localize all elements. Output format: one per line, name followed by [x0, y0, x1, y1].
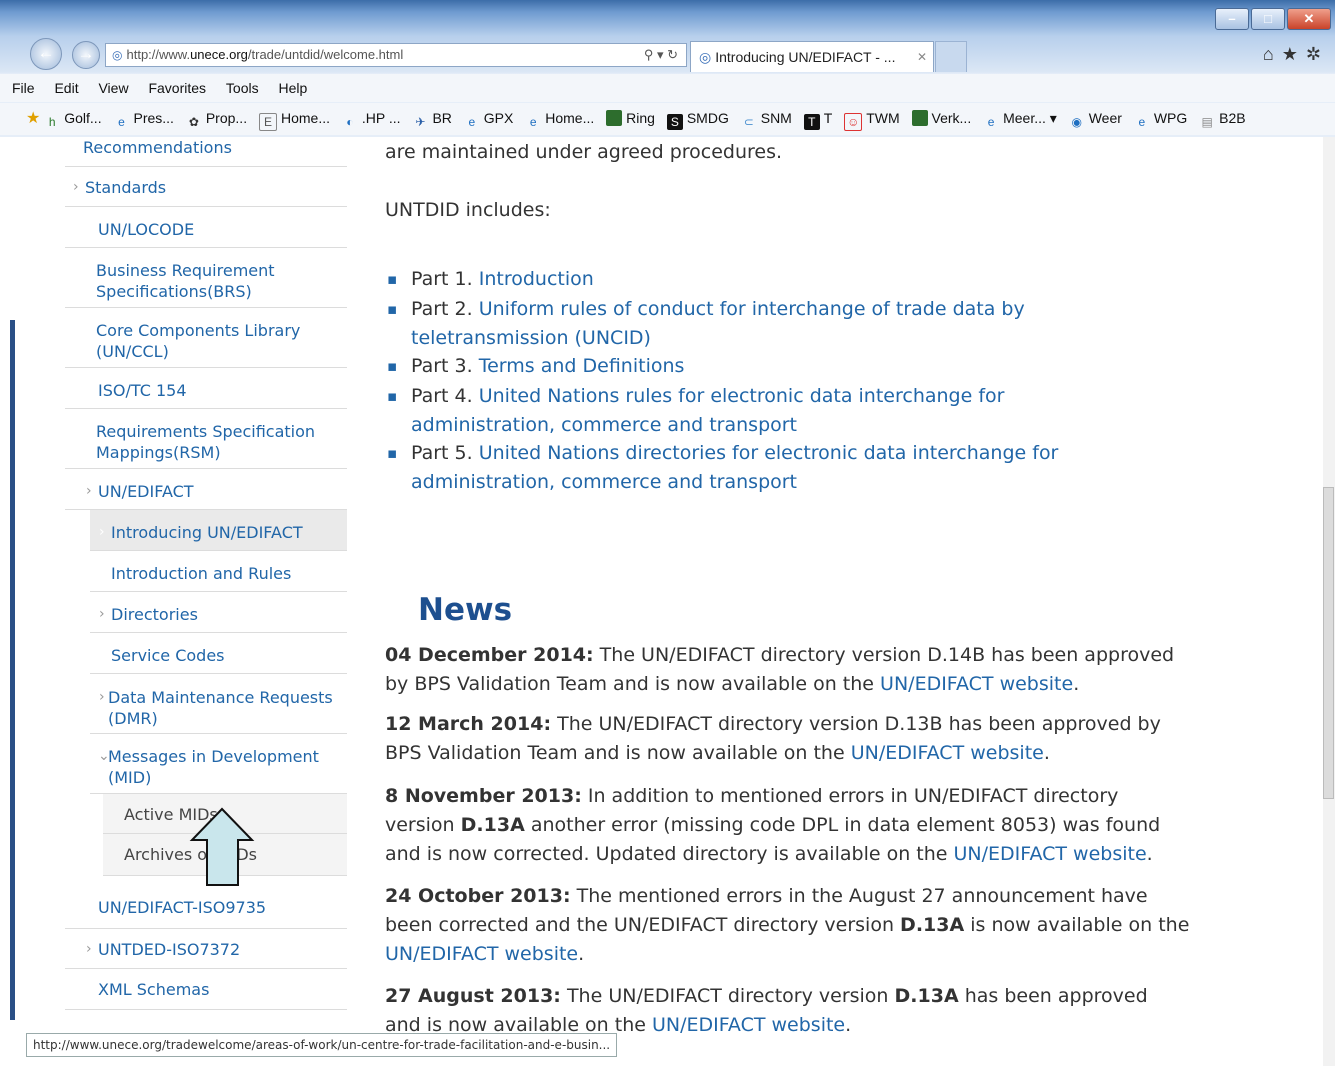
new-tab-button[interactable] — [935, 41, 967, 72]
url-prefix: http://www. — [126, 47, 191, 62]
sidebar-item-untded[interactable]: › UNTDED-ISO7372 — [65, 929, 347, 969]
search-refresh-icon[interactable]: ⚲ ▾ ↻ — [644, 44, 678, 66]
url-path: /trade/untdid/welcome.html — [247, 47, 404, 62]
menu-view[interactable]: View — [98, 80, 128, 96]
site-icon: ◎ — [112, 48, 123, 62]
news-item: 24 October 2013: The mentioned errors in… — [385, 885, 1190, 965]
forward-button[interactable]: → — [72, 41, 100, 69]
fav-golf[interactable]: h Golf... — [44, 103, 102, 133]
menu-favorites[interactable]: Favorites — [148, 80, 206, 96]
fav-weer[interactable]: ◉ Weer — [1069, 103, 1121, 133]
fav-home-2[interactable]: e Home... — [525, 103, 594, 133]
fav-b2b[interactable]: ▤ B2B — [1199, 103, 1245, 133]
close-window-button[interactable]: ✕ — [1287, 8, 1331, 30]
fav-home-1[interactable]: E Home... — [258, 103, 330, 133]
fav-twm[interactable]: ☺ TWM — [844, 103, 900, 133]
fav-prop[interactable]: ✿ Prop... — [186, 103, 247, 133]
fav-wpg[interactable]: e WPG — [1134, 103, 1187, 133]
fav-smdg[interactable]: S SMDG — [666, 103, 729, 133]
sidebar-item-introducing-unedifact[interactable]: › Introducing UN/EDIFACT — [90, 510, 347, 551]
tab-close-icon[interactable]: ✕ — [917, 42, 927, 72]
unedifact-website-link[interactable]: UN/EDIFACT website — [385, 943, 578, 965]
sidebar-item-mid[interactable]: ⌄ Messages in Development (MID) — [90, 734, 347, 794]
list-item: ▪ Part 3. Terms and Definitions — [387, 355, 685, 377]
fav-t[interactable]: TT — [803, 103, 832, 133]
sidebar-item-rsm[interactable]: Requirements Specification Mappings(RSM) — [65, 409, 347, 469]
menu-edit[interactable]: Edit — [54, 80, 78, 96]
fav-ring[interactable]: Ring — [606, 103, 655, 133]
sidebar-item-iso-tc154[interactable]: ISO/TC 154 — [65, 368, 347, 409]
status-bar-url: http://www.unece.org/tradewelcome/areas-… — [26, 1033, 618, 1057]
up-arrow-annotation-icon — [189, 807, 255, 886]
menu-bar: File Edit View Favorites Tools Help — [0, 74, 1335, 102]
menu-tools[interactable]: Tools — [226, 80, 259, 96]
part4-link[interactable]: United Nations rules for electronic data… — [411, 385, 1004, 436]
browser-chrome: – □ ✕ ← → ◎ http://www.unece.org/trade/un… — [0, 0, 1335, 137]
untdid-includes-heading: UNTDID includes: — [385, 199, 551, 221]
news-item: 04 December 2014: The UN/EDIFACT directo… — [385, 644, 1175, 695]
sidebar-item-recommendations[interactable]: Recommendations — [65, 137, 347, 167]
favorites-bar: ★ h Golf... e Pres... ✿ Prop... E Home... ◐.… — [0, 103, 1335, 135]
list-item: ▪ Part 5. United Nations directories for … — [387, 442, 1059, 493]
part5-link[interactable]: United Nations directories for electroni… — [411, 442, 1058, 493]
fav-gpx[interactable]: e GPX — [464, 103, 513, 133]
url-host: unece.org — [190, 47, 248, 62]
fav-verk[interactable]: Verk... — [911, 103, 971, 133]
sidebar-item-standards[interactable]: › Standards — [65, 167, 347, 207]
fav-pres[interactable]: e Pres... — [113, 103, 174, 133]
favorites-star-icon[interactable]: ★ — [26, 110, 40, 127]
fav-br[interactable]: ✈ BR — [412, 103, 451, 133]
sidebar-item-introduction-rules[interactable]: Introduction and Rules — [90, 551, 347, 592]
news-heading: News — [418, 592, 513, 628]
chevron-down-icon: ⌄ — [98, 748, 110, 764]
window-edge — [10, 320, 15, 1020]
sidebar-item-xml-schemas[interactable]: XML Schemas — [65, 969, 347, 1010]
chevron-right-icon: › — [99, 606, 105, 622]
fav-hp[interactable]: ◐ .HP ... — [342, 103, 400, 133]
tab-introducing-unedifact[interactable]: ◎ Introducing UN/EDIFACT - ... ✕ — [690, 41, 934, 72]
part1-link[interactable]: Introduction — [479, 268, 594, 290]
sidebar-item-unlocode[interactable]: UN/LOCODE — [65, 207, 347, 248]
list-item: ▪ Part 4. United Nations rules for electr… — [387, 385, 1005, 436]
tab-title: Introducing UN/EDIFACT - ... — [715, 49, 896, 65]
minimize-button[interactable]: – — [1215, 8, 1249, 30]
sidebar-item-service-codes[interactable]: Service Codes — [90, 633, 347, 674]
back-button[interactable]: ← — [30, 38, 62, 70]
chevron-right-icon: › — [99, 689, 105, 705]
chevron-right-icon: › — [73, 179, 79, 195]
fav-meer[interactable]: e Meer... ▾ — [983, 103, 1057, 133]
unedifact-website-link[interactable]: UN/EDIFACT website — [851, 742, 1044, 764]
tab-site-icon: ◎ — [699, 49, 712, 65]
intro-text: are maintained under agreed procedures. — [385, 141, 783, 163]
menu-file[interactable]: File — [12, 80, 35, 96]
sidebar-item-directories[interactable]: › Directories — [90, 592, 347, 633]
chevron-right-icon: › — [86, 483, 92, 499]
sidebar-item-brs[interactable]: Business Requirement Specifications(BRS) — [65, 248, 347, 308]
address-bar[interactable]: ◎ http://www.unece.org/trade/untdid/welco… — [105, 43, 687, 67]
part3-link[interactable]: Terms and Definitions — [479, 355, 685, 377]
unedifact-website-link[interactable]: UN/EDIFACT website — [954, 843, 1147, 865]
news-item: 8 November 2013: In addition to mentione… — [385, 785, 1161, 865]
sidebar-item-unedifact[interactable]: › UN/EDIFACT — [65, 469, 347, 510]
fav-snm[interactable]: ⊂ SNM — [741, 103, 792, 133]
window-controls: – □ ✕ — [1213, 8, 1331, 30]
unedifact-website-link[interactable]: UN/EDIFACT website — [652, 1014, 845, 1036]
sidebar-item-ccl[interactable]: Core Components Library (UN/CCL) — [65, 308, 347, 368]
news-item: 12 March 2014: The UN/EDIFACT directory … — [385, 713, 1161, 764]
news-item: 27 August 2013: The UN/EDIFACT directory… — [385, 985, 1148, 1036]
list-item: ▪ Part 2. Uniform rules of conduct for in… — [387, 298, 1025, 349]
chevron-right-icon: › — [86, 941, 92, 957]
vertical-scrollbar[interactable] — [1323, 137, 1335, 1066]
part2-link[interactable]: Uniform rules of conduct for interchange… — [411, 298, 1025, 349]
unedifact-website-link[interactable]: UN/EDIFACT website — [880, 673, 1073, 695]
scrollbar-thumb[interactable] — [1323, 487, 1334, 799]
sidebar-item-dmr[interactable]: › Data Maintenance Requests (DMR) — [90, 674, 347, 734]
maximize-button[interactable]: □ — [1251, 8, 1285, 30]
home-favorites-tools-icons[interactable]: ⌂★✲ — [1263, 44, 1329, 65]
menu-help[interactable]: Help — [279, 80, 308, 96]
list-item: ▪ Part 1. Introduction — [387, 268, 594, 290]
chevron-right-icon: › — [99, 524, 105, 540]
